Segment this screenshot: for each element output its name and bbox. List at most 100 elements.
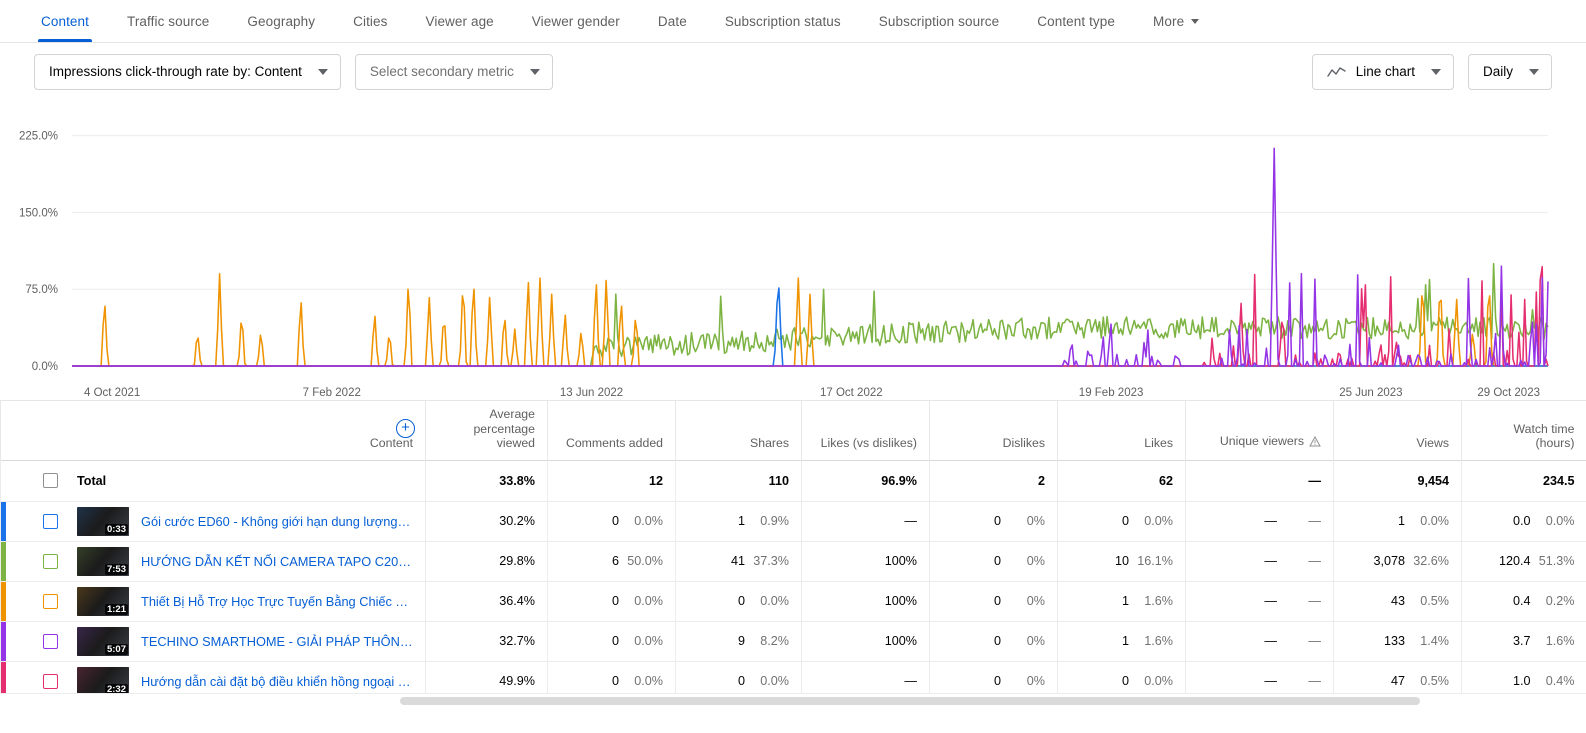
chart-type-dropdown[interactable]: Line chart [1311, 53, 1454, 90]
unique-viewers-value: — [1264, 674, 1277, 689]
cell-comments-added: 0 0.0% [547, 580, 676, 621]
y-axis-tick-label: 0.0% [32, 361, 58, 373]
tab-label: More [1153, 13, 1185, 29]
tab-subscription-source[interactable]: Subscription source [860, 0, 1018, 42]
apv-value: 29.8% [499, 554, 535, 568]
secondary-metric-label: Select secondary metric [369, 64, 514, 79]
tab-content[interactable]: Content [22, 0, 108, 42]
video-title-link[interactable]: Gói cước ED60 - Không giới hạn dung lượn… [141, 514, 413, 529]
table-header-row: Content + Average percentage viewed Comment… [0, 401, 1586, 460]
add-column-icon[interactable]: + [396, 418, 415, 438]
tab-geography[interactable]: Geography [228, 0, 334, 42]
column-header-content[interactable]: Content + [0, 401, 426, 460]
tab-label: Viewer age [425, 13, 494, 29]
tab-viewer-gender[interactable]: Viewer gender [513, 0, 639, 42]
table-row[interactable]: 5:07 TECHINO SMARTHOME - GIẢI PHÁP THÔNG … [0, 620, 1586, 661]
video-thumbnail[interactable]: 2:32 [77, 666, 129, 696]
video-thumbnail[interactable]: 1:21 [77, 586, 129, 616]
cell-content-total: Total [0, 459, 426, 501]
video-title-link[interactable]: TECHINO SMARTHOME - GIẢI PHÁP THÔNG MINH… [141, 634, 413, 649]
chart-controls-right: Line chart Daily [1311, 53, 1552, 90]
tab-traffic-source[interactable]: Traffic source [108, 0, 228, 42]
likes-value: 1 [1121, 594, 1129, 608]
tab-content-type[interactable]: Content type [1018, 0, 1134, 42]
table-row[interactable]: 1:21 Thiết Bị Hỗ Trợ Học Trực Tuyến Bằng … [0, 580, 1586, 621]
likes-share: 16.1% [1137, 554, 1173, 568]
watch-time-share: 0.4% [1545, 674, 1575, 689]
chart-controls: Impressions click-through rate by: Conte… [0, 43, 1586, 100]
comments-added-value: 0 [611, 514, 619, 528]
likes-share: 0.0% [1144, 674, 1173, 689]
shares-share: 37.3% [753, 554, 789, 568]
tab-date[interactable]: Date [639, 0, 706, 42]
secondary-metric-dropdown[interactable]: Select secondary metric [354, 53, 553, 90]
chart-canvas: 0.0% 75.0% 150.0% 225.0% 4 Oct 2021 7 Feb 202… [19, 131, 1549, 399]
column-header-label: Likes (vs dislikes) [820, 436, 917, 450]
total-cell-unique: — [1185, 459, 1334, 501]
table-row[interactable]: 7:53 HƯỚNG DẪN KẾT NỐI CAMERA TAPO C200 V… [0, 540, 1586, 581]
row-checkbox[interactable] [43, 553, 58, 569]
video-title-link[interactable]: Hướng dẫn cài đặt bộ điều khiển hồng ngo… [141, 674, 413, 689]
video-thumbnail[interactable]: 0:33 [77, 506, 129, 536]
table-row[interactable]: 0:33 Gói cước ED60 - Không giới hạn dung … [0, 500, 1586, 541]
total-cell-comments: 12 [547, 459, 676, 501]
scrollbar-thumb[interactable] [400, 697, 1420, 705]
total-label: Total [77, 473, 107, 488]
column-header-label: Likes [1144, 436, 1173, 450]
column-header-dislikes[interactable]: Dislikes [929, 401, 1058, 460]
video-title-link[interactable]: Thiết Bị Hỗ Trợ Học Trực Tuyến Bằng Chiế… [141, 594, 413, 609]
cell-average-percentage-viewed: 36.4% [425, 580, 548, 621]
column-header-shares[interactable]: Shares [675, 401, 802, 460]
watch-time-value: 120.4 [1498, 554, 1531, 568]
column-header-likes[interactable]: Likes [1057, 401, 1186, 460]
cell-dislikes: 0 0% [929, 580, 1058, 621]
watch-time-share: 1.6% [1545, 634, 1575, 648]
row-checkbox[interactable] [43, 673, 58, 689]
column-header-views[interactable]: Views [1333, 401, 1462, 460]
tab-more[interactable]: More [1134, 0, 1218, 42]
tab-cities[interactable]: Cities [334, 0, 406, 42]
column-header-comments[interactable]: Comments added [547, 401, 676, 460]
total-views-value: 9,454 [1417, 473, 1449, 488]
horizontal-scrollbar[interactable] [0, 693, 1586, 706]
dislikes-share: 0% [1026, 634, 1045, 648]
row-checkbox[interactable] [43, 513, 58, 529]
cell-average-percentage-viewed: 29.8% [425, 540, 548, 581]
total-cell-apv: 33.8% [425, 459, 548, 501]
chart-type-label: Line chart [1355, 64, 1415, 79]
cell-unique-viewers: — — [1185, 620, 1334, 661]
tab-subscription-status[interactable]: Subscription status [706, 0, 860, 42]
total-unique-value: — [1308, 473, 1321, 488]
total-comments-value: 12 [648, 473, 663, 488]
column-header-unique[interactable]: Unique viewers [1185, 401, 1334, 460]
unique-viewers-share: — [1308, 634, 1321, 648]
total-cell-dislikes: 2 [929, 459, 1058, 501]
total-dislikes-value: 2 [1037, 473, 1045, 488]
tab-label: Cities [353, 13, 388, 29]
x-axis-tick-label: 4 Oct 2021 [84, 387, 140, 399]
x-axis-tick-label: 13 Jun 2022 [560, 387, 623, 399]
total-row: Total 33.8% 12 110 96.9% 2 62 — 9,454 234.5 [0, 459, 1586, 501]
primary-metric-dropdown[interactable]: Impressions click-through rate by: Conte… [34, 53, 341, 90]
video-thumbnail[interactable]: 5:07 [77, 626, 129, 656]
tab-label: Content type [1037, 13, 1116, 29]
total-cell-views: 9,454 [1333, 459, 1462, 501]
ctr-line-chart[interactable]: 0.0% 75.0% 150.0% 225.0% 4 Oct 2021 7 Feb 202… [0, 100, 1586, 400]
interval-dropdown[interactable]: Daily [1467, 53, 1552, 90]
row-checkbox[interactable] [43, 633, 58, 649]
column-header-watch[interactable]: Watch time (hours) [1461, 401, 1586, 460]
total-cell-likes: 62 [1057, 459, 1186, 501]
video-thumbnail[interactable]: 7:53 [77, 546, 129, 576]
chart-series-line [72, 147, 1549, 367]
x-axis-tick-label: 19 Feb 2023 [1079, 387, 1144, 399]
video-title-link[interactable]: HƯỚNG DẪN KẾT NỐI CAMERA TAPO C200 VỚI Đ… [141, 554, 413, 569]
select-all-checkbox[interactable] [43, 473, 58, 488]
row-checkbox[interactable] [43, 593, 58, 609]
cell-dislikes: 0 0% [929, 540, 1058, 581]
column-header-apv[interactable]: Average percentage viewed [425, 401, 548, 460]
tab-viewer-age[interactable]: Viewer age [406, 0, 512, 42]
unique-viewers-value: — [1264, 634, 1277, 648]
likes-value: 1 [1121, 634, 1129, 648]
likes-vs-dislikes-value: 100% [884, 554, 917, 568]
column-header-likes_vs[interactable]: Likes (vs dislikes) [801, 401, 930, 460]
